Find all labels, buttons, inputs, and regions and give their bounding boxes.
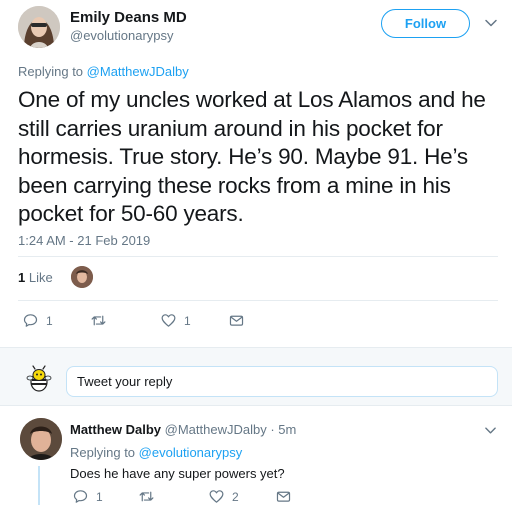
reply-replying-to: Replying to @evolutionarypsy bbox=[70, 445, 242, 460]
reply-count: 1 bbox=[96, 489, 103, 504]
like-action[interactable]: 2 bbox=[208, 488, 239, 505]
envelope-icon bbox=[276, 491, 291, 502]
message-action[interactable] bbox=[275, 488, 292, 505]
like-count: 1 bbox=[184, 313, 191, 328]
author-name[interactable]: Emily Deans MD bbox=[70, 9, 187, 26]
replying-to-label: Replying to bbox=[70, 445, 136, 460]
reply-author-name[interactable]: Matthew Dalby bbox=[70, 422, 161, 437]
reply-author-handle[interactable]: @MatthewJDalby bbox=[165, 422, 267, 437]
retweet-action[interactable] bbox=[90, 312, 114, 329]
like-count-label: Like bbox=[28, 270, 53, 285]
heart-icon bbox=[209, 490, 224, 503]
reply-action[interactable]: 1 bbox=[72, 488, 103, 505]
reply-input[interactable]: Tweet your reply bbox=[66, 366, 498, 397]
envelope-icon bbox=[229, 315, 244, 326]
reply-author-avatar[interactable] bbox=[20, 418, 62, 460]
reply-icon bbox=[73, 490, 88, 503]
message-action[interactable] bbox=[228, 312, 245, 329]
tweet-timestamp[interactable]: 1:24 AM - 21 Feb 2019 bbox=[18, 233, 150, 248]
divider bbox=[18, 300, 498, 301]
divider bbox=[0, 405, 512, 406]
retweet-icon bbox=[139, 491, 154, 502]
heart-icon bbox=[161, 314, 176, 327]
like-action[interactable]: 1 bbox=[160, 312, 191, 329]
divider bbox=[18, 256, 498, 257]
reply-author[interactable]: Matthew Dalby @MatthewJDalby · 5m bbox=[70, 422, 296, 437]
reply-text: Does he have any super powers yet? bbox=[70, 466, 285, 481]
author-handle[interactable]: @evolutionarypsy bbox=[70, 28, 174, 43]
thread-line bbox=[38, 466, 40, 505]
reply-icon bbox=[23, 314, 38, 327]
reply-action[interactable]: 1 bbox=[22, 312, 53, 329]
like-count: 2 bbox=[232, 489, 239, 504]
liker-avatar[interactable] bbox=[71, 266, 93, 288]
retweet-action[interactable] bbox=[138, 488, 162, 505]
user-avatar-icon[interactable] bbox=[26, 365, 52, 393]
replying-to-handle[interactable]: @MatthewJDalby bbox=[87, 64, 189, 79]
like-count-summary[interactable]: 1 Like bbox=[18, 270, 53, 285]
retweet-icon bbox=[91, 315, 106, 326]
chevron-down-icon[interactable] bbox=[484, 16, 498, 30]
tweet-text: One of my uncles worked at Los Alamos an… bbox=[18, 87, 486, 226]
like-count-number: 1 bbox=[18, 270, 26, 285]
replying-to-label: Replying to bbox=[18, 64, 84, 79]
replying-to: Replying to @MatthewJDalby bbox=[18, 64, 189, 79]
chevron-down-icon[interactable] bbox=[484, 424, 497, 437]
replying-to-handle[interactable]: @evolutionarypsy bbox=[139, 445, 243, 460]
follow-button[interactable]: Follow bbox=[381, 9, 470, 38]
reply-count: 1 bbox=[46, 313, 53, 328]
reply-time[interactable]: · 5m bbox=[270, 422, 296, 437]
author-avatar[interactable] bbox=[18, 6, 60, 48]
